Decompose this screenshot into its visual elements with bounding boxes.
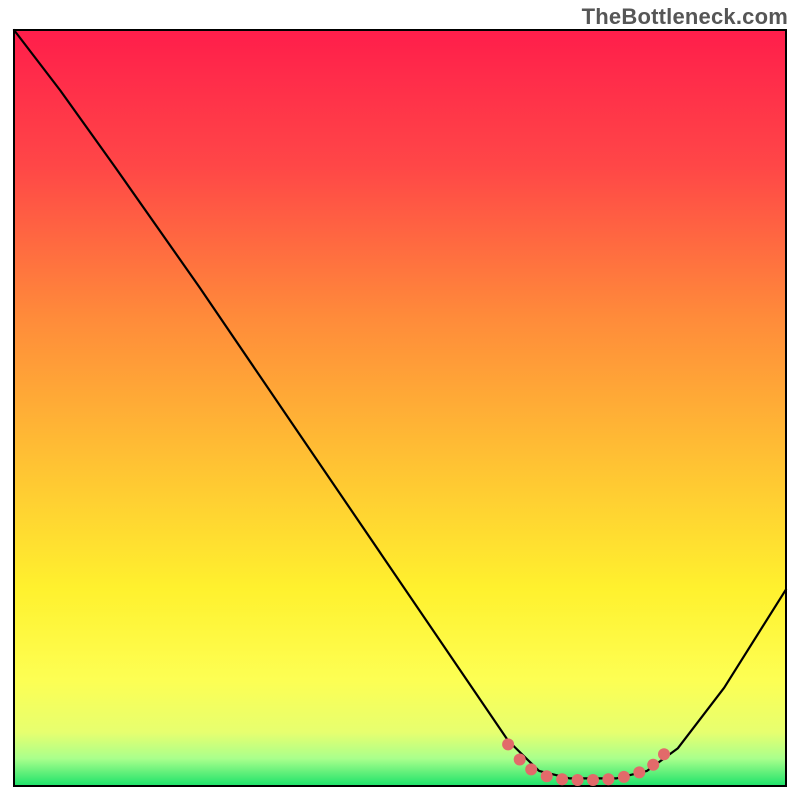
optimal-marker [658, 748, 670, 760]
optimal-marker [633, 766, 645, 778]
optimal-marker [556, 773, 568, 785]
optimal-marker [541, 770, 553, 782]
optimal-marker [525, 763, 537, 775]
plot-gradient-background [15, 31, 785, 785]
optimal-marker [602, 773, 614, 785]
optimal-marker [647, 759, 659, 771]
chart-container: TheBottleneck.com [0, 0, 800, 800]
optimal-marker [618, 771, 630, 783]
optimal-marker [502, 738, 514, 750]
optimal-marker [587, 774, 599, 786]
optimal-marker [514, 754, 526, 766]
bottleneck-curve-plot [0, 0, 800, 800]
optimal-marker [572, 774, 584, 786]
